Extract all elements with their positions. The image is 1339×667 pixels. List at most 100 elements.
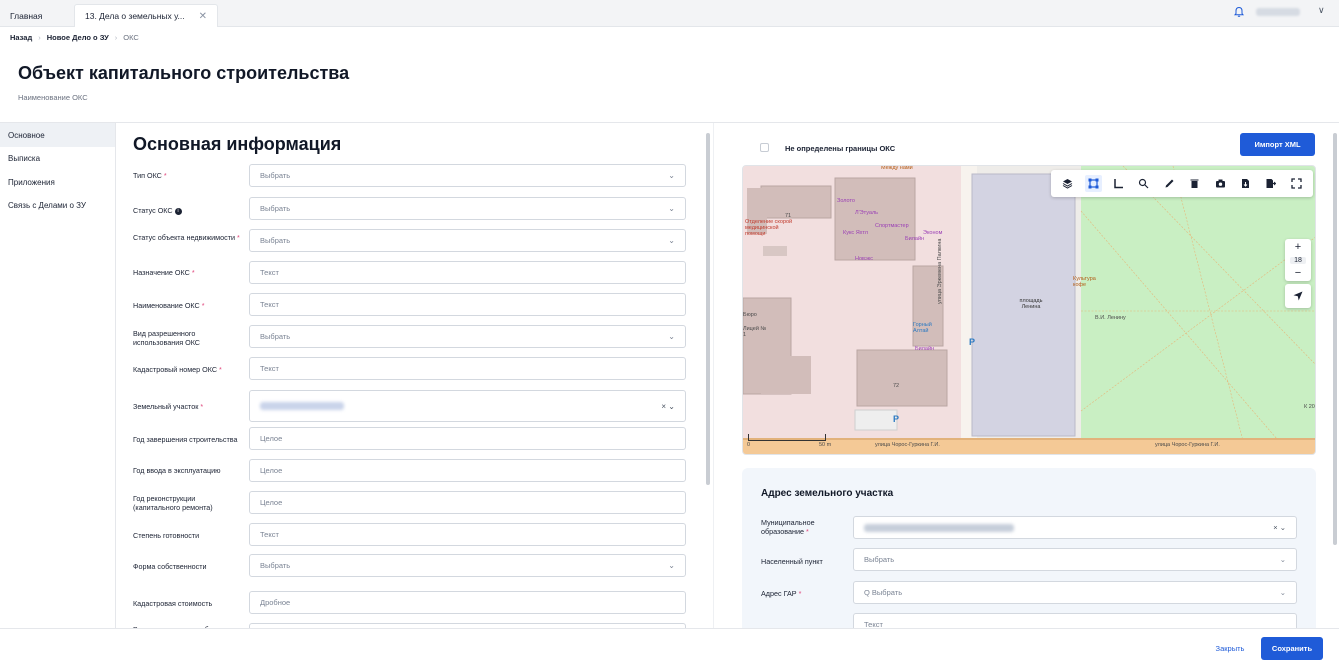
map-label: Эконом xyxy=(923,230,943,236)
purpose-input[interactable]: Текст xyxy=(249,261,686,284)
required-mark: * xyxy=(798,589,802,598)
required-mark: * xyxy=(163,171,167,180)
breadcrumb-parent[interactable]: Новое Дело о ЗУ xyxy=(47,33,109,42)
user-name[interactable] xyxy=(1256,8,1300,16)
settlement-select[interactable]: Выбрать ⌄ xyxy=(853,548,1297,571)
locate-button[interactable] xyxy=(1285,284,1311,308)
measure-icon[interactable] xyxy=(1110,175,1127,192)
map-view[interactable]: Между нами Отделение скорой медицинской … xyxy=(742,165,1316,455)
field-label: Год завершения строительства xyxy=(133,435,238,444)
trash-icon[interactable] xyxy=(1186,175,1203,192)
select-value: Выбрать xyxy=(260,236,291,245)
chevron-down-icon[interactable]: ∨ xyxy=(1318,5,1325,16)
field-label-text: Статус ОКС xyxy=(133,206,173,215)
map-label: 71 xyxy=(785,213,792,219)
sidebar-item-osnovnoe[interactable]: Основное xyxy=(8,131,45,140)
zoom-control: + 18 − xyxy=(1285,239,1311,281)
select-value: Q Выбрать xyxy=(864,588,903,597)
input-placeholder: Целое xyxy=(260,434,283,443)
required-mark: * xyxy=(805,527,809,536)
map-label: Между нами xyxy=(881,165,913,171)
field-label-text: Наименование ОКС xyxy=(133,301,200,310)
address-title: Адрес земельного участка xyxy=(761,488,894,499)
clear-chevron-icons[interactable]: × ⌄ xyxy=(661,402,675,411)
map-label: Новэкс xyxy=(855,256,873,262)
close-icon[interactable]: ✕ xyxy=(199,11,207,22)
form-scrollbar[interactable] xyxy=(706,133,710,485)
chevron-down-icon: ⌄ xyxy=(668,171,675,180)
scale-start: 0 xyxy=(747,442,751,448)
type-oks-select[interactable]: Выбрать ⌄ xyxy=(249,164,686,187)
sidebar-item-vypiska[interactable]: Выписка xyxy=(8,154,40,163)
municipality-value xyxy=(864,523,1014,532)
select-value: Выбрать xyxy=(260,171,291,180)
camera-icon[interactable] xyxy=(1212,175,1229,192)
tab-home[interactable]: Главная xyxy=(0,4,52,27)
input-placeholder: Целое xyxy=(260,466,283,475)
field-label: Год реконструкции (капитального ремонта) xyxy=(133,494,213,512)
right-scrollbar[interactable] xyxy=(1333,133,1337,545)
required-mark: * xyxy=(191,268,195,277)
map-label: Отделение скорой медицинской помощи xyxy=(745,219,793,237)
file-import-icon[interactable] xyxy=(1237,175,1254,192)
field-label: Наименование ОКС * xyxy=(133,301,205,310)
map-label: Лицей № 1 xyxy=(743,326,767,338)
field-label-text: Земельный участок xyxy=(133,402,199,411)
land-plot-select[interactable]: × ⌄ xyxy=(249,390,686,422)
gar-address-select[interactable]: Q Выбрать ⌄ xyxy=(853,581,1297,604)
parking-icon: P xyxy=(969,337,976,347)
permitted-use-select[interactable]: Выбрать ⌄ xyxy=(249,325,686,348)
chevron-down-icon: ⌄ xyxy=(668,332,675,341)
clear-chevron-icons[interactable]: × ⌄ xyxy=(1273,523,1286,532)
info-icon[interactable]: i xyxy=(174,207,182,215)
map-building xyxy=(760,185,832,219)
select-area-icon[interactable] xyxy=(1084,175,1102,192)
reconstruction-year-input[interactable]: Целое xyxy=(249,491,686,514)
municipality-select[interactable]: × ⌄ xyxy=(853,516,1297,539)
sidebar-item-prilozheniya[interactable]: Приложения xyxy=(8,178,55,187)
address-label: Населенный пункт xyxy=(761,557,823,566)
status-oks-select[interactable]: Выбрать ⌄ xyxy=(249,197,686,220)
breadcrumb-separator: › xyxy=(38,33,41,42)
field-label: Назначение ОКС * xyxy=(133,268,195,277)
tab-home-label: Главная xyxy=(10,10,43,21)
address-label: Муниципальное образование * xyxy=(761,518,841,536)
ownership-select[interactable]: Выбрать ⌄ xyxy=(249,554,686,577)
map-label: Билайн xyxy=(915,346,935,352)
field-label: Земельный участок * xyxy=(133,402,203,411)
close-button[interactable]: Закрыть xyxy=(1205,637,1255,660)
cadastral-value-input[interactable]: Дробное xyxy=(249,591,686,614)
breadcrumb: Назад › Новое Дело о ЗУ › ОКС xyxy=(10,33,139,42)
select-value: Выбрать xyxy=(260,204,291,213)
tab-land-cases[interactable]: 13. Дела о земельных у... ✕ xyxy=(74,4,218,27)
sidebar-divider xyxy=(115,123,116,628)
readiness-input[interactable]: Текст xyxy=(249,523,686,546)
required-mark: * xyxy=(237,233,240,242)
field-label-text: Статус объекта недвижимости xyxy=(133,233,236,242)
no-boundaries-checkbox[interactable] xyxy=(760,143,769,152)
commission-year-input[interactable]: Целое xyxy=(249,459,686,482)
breadcrumb-back[interactable]: Назад xyxy=(10,33,32,42)
bell-icon[interactable] xyxy=(1233,6,1245,18)
map-scale-bar xyxy=(748,434,826,441)
import-xml-button[interactable]: Импорт XML xyxy=(1240,133,1315,156)
field-label: Кадастровая стоимость xyxy=(133,599,213,608)
map-label: Бюро xyxy=(743,312,757,318)
sidebar-item-svyaz[interactable]: Связь с Делами о ЗУ xyxy=(8,201,86,210)
field-label-text: Кадастровый номер ОКС xyxy=(133,365,218,374)
cadastral-number-input[interactable]: Текст xyxy=(249,357,686,380)
layers-icon[interactable] xyxy=(1059,175,1076,192)
zoom-in-button[interactable]: + xyxy=(1295,241,1301,253)
realty-status-select[interactable]: Выбрать ⌄ xyxy=(249,229,686,252)
map-canvas xyxy=(743,166,1315,454)
search-icon[interactable] xyxy=(1135,175,1152,192)
map-label: улица Чорос-Гуркина Г.И. xyxy=(1155,442,1220,448)
save-button[interactable]: Сохранить xyxy=(1261,637,1323,660)
pencil-icon[interactable] xyxy=(1161,175,1178,192)
zoom-out-button[interactable]: − xyxy=(1295,267,1301,279)
file-export-icon[interactable] xyxy=(1262,175,1279,192)
completion-year-input[interactable]: Целое xyxy=(249,427,686,450)
input-placeholder: Текст xyxy=(260,530,279,539)
name-input[interactable]: Текст xyxy=(249,293,686,316)
fullscreen-icon[interactable] xyxy=(1288,175,1305,192)
